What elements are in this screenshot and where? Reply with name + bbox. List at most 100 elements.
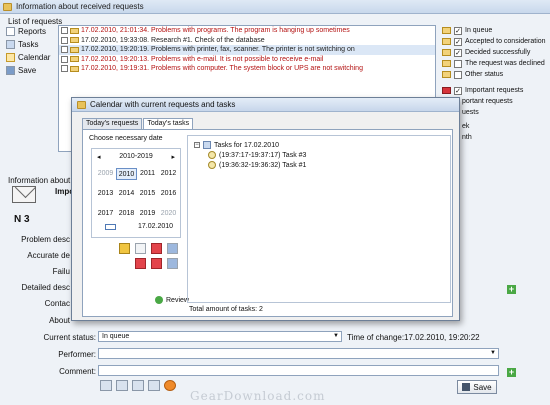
flag-remove-icon[interactable] xyxy=(151,258,162,269)
calendar-dialog: Calendar with current requests and tasks… xyxy=(71,97,460,321)
collapse-icon[interactable]: − xyxy=(194,142,200,148)
window-title: Information about received requests xyxy=(16,2,144,11)
year-cell[interactable]: 2012 xyxy=(158,168,179,180)
year-cell[interactable]: 2010 xyxy=(116,168,137,180)
group-icon[interactable] xyxy=(167,258,178,269)
review-button[interactable]: Review xyxy=(155,296,189,304)
filter-checkbox[interactable] xyxy=(454,70,462,79)
list-item[interactable]: 17.02.2010, 19:20:13. Problems with e-ma… xyxy=(59,55,435,65)
tree-task-item[interactable]: (19:36:32-19:36:32) Task #1 xyxy=(194,160,444,170)
filter-in-queue[interactable]: ✓ In queue xyxy=(442,25,548,36)
year-cell[interactable]: 2014 xyxy=(116,188,137,200)
calendar-icon xyxy=(6,53,15,62)
tree-root[interactable]: − Tasks for 17.02.2010 xyxy=(194,140,444,150)
filter-checkbox[interactable]: ✓ xyxy=(454,26,462,35)
open-folder-icon[interactable] xyxy=(132,380,144,391)
performer-select[interactable]: ▼ xyxy=(98,348,499,359)
save-label: Save xyxy=(473,382,492,392)
task-tree[interactable]: − Tasks for 17.02.2010 (19:37:17-19:37:1… xyxy=(187,135,451,303)
year-cell[interactable]: 2018 xyxy=(116,208,137,220)
request-text: 17.02.2010, 19:20:13. Problems with e-ma… xyxy=(81,55,324,63)
year-grid: 2009 2010 2011 2012 2013 2014 2015 2016 2017 2018… xyxy=(95,168,180,220)
problem-desc-label: Problem desc xyxy=(21,235,70,244)
filter-checkbox[interactable]: ✓ xyxy=(454,37,462,46)
sidebar-item-save[interactable]: Save xyxy=(6,64,54,77)
year-cell[interactable]: 2016 xyxy=(158,188,179,200)
clock-icon[interactable] xyxy=(164,380,176,391)
disk-icon[interactable] xyxy=(148,380,160,391)
tab-panel: Choose necessary date ◂ 2010-2019 ▸ 2009… xyxy=(82,129,453,317)
delete-icon[interactable] xyxy=(151,243,162,254)
fragment-text: ek xyxy=(462,123,470,130)
year-cell[interactable]: 2017 xyxy=(95,208,116,220)
refresh-icon[interactable] xyxy=(135,243,146,254)
task-label: (19:37:17-19:37:17) Task #3 xyxy=(219,151,307,159)
year-cell[interactable]: 2013 xyxy=(95,188,116,200)
users-icon[interactable] xyxy=(167,243,178,254)
folder-icon xyxy=(442,27,451,34)
filter-other[interactable]: Other status xyxy=(442,69,548,80)
filter-label: The request was declined xyxy=(465,60,545,67)
time-value: 17.02.2010, 19:20:22 xyxy=(404,333,480,342)
fragment-text: nth xyxy=(462,134,472,141)
about-label: About xyxy=(49,316,70,325)
filter-decided[interactable]: ✓ Decided successfully xyxy=(442,47,548,58)
list-item[interactable]: 17.02.2010, 19:19:31. Problems with comp… xyxy=(59,64,435,74)
list-item[interactable]: 17.02.2010, 19:33:08. Research #1. Check… xyxy=(59,36,435,46)
row-checkbox[interactable] xyxy=(61,36,68,44)
broom-icon[interactable] xyxy=(119,243,130,254)
filter-accepted[interactable]: ✓ Accepted to consideration xyxy=(442,36,548,47)
tree-task-item[interactable]: (19:37:17-19:37:17) Task #3 xyxy=(194,150,444,160)
add-detail-icon[interactable]: + xyxy=(507,285,516,294)
row-checkbox[interactable] xyxy=(61,46,68,54)
folder-icon[interactable] xyxy=(116,380,128,391)
fragment-text: portant requests xyxy=(462,98,513,105)
decade-label[interactable]: 2010-2019 xyxy=(119,153,152,161)
row-checkbox[interactable] xyxy=(61,65,68,73)
add-comment-icon[interactable]: + xyxy=(507,368,516,377)
filter-checkbox[interactable]: ✓ xyxy=(454,86,462,95)
detailed-desc-label: Detailed desc xyxy=(21,283,70,292)
year-cell[interactable]: 2020 xyxy=(158,208,179,220)
reports-icon xyxy=(6,27,15,36)
year-cell[interactable]: 2009 xyxy=(95,168,116,180)
comment-field[interactable] xyxy=(98,365,499,376)
envelope-icon xyxy=(70,65,79,72)
year-cell[interactable]: 2011 xyxy=(137,168,158,180)
year-cell[interactable]: 2015 xyxy=(137,188,158,200)
failure-label: Failu xyxy=(52,267,70,276)
flag-icon[interactable] xyxy=(135,258,146,269)
save-button[interactable]: Save xyxy=(457,380,497,394)
total-tasks: Total amount of tasks: 2 xyxy=(189,306,263,313)
filter-declined[interactable]: The request was declined xyxy=(442,58,548,69)
tab-todays-requests[interactable]: Today's requests xyxy=(82,118,143,129)
flag-icon xyxy=(442,87,451,94)
next-arrow-icon[interactable]: ▸ xyxy=(171,153,175,161)
list-item[interactable]: 17.02.2010, 21:01:34. Problems with prog… xyxy=(59,26,435,36)
sidebar-item-reports[interactable]: Reports xyxy=(6,25,54,38)
row-checkbox[interactable] xyxy=(61,55,68,63)
comment-icon[interactable] xyxy=(100,380,112,391)
sidebar-item-tasks[interactable]: Tasks xyxy=(6,38,54,51)
envelope-icon xyxy=(70,46,79,53)
request-number: N 3 xyxy=(14,214,30,225)
filter-checkbox[interactable]: ✓ xyxy=(454,48,462,57)
sidebar-item-calendar[interactable]: Calendar xyxy=(6,51,54,64)
filter-important[interactable]: ✓ Important requests xyxy=(442,85,548,96)
dialog-title: Calendar with current requests and tasks xyxy=(90,100,236,109)
row-checkbox[interactable] xyxy=(61,27,68,35)
filter-checkbox[interactable] xyxy=(454,59,462,68)
prev-arrow-icon[interactable]: ◂ xyxy=(97,153,101,161)
dialog-titlebar: Calendar with current requests and tasks xyxy=(72,98,459,112)
list-item[interactable]: 17.02.2010, 19:20:19. Problems with prin… xyxy=(59,45,435,55)
folder-icon xyxy=(442,60,451,67)
year-cell[interactable]: 2019 xyxy=(137,208,158,220)
status-select[interactable]: In queue ▼ xyxy=(98,331,342,342)
envelope-icon xyxy=(70,56,79,63)
filter-label: Important requests xyxy=(465,87,524,94)
today-row[interactable]: 17.02.2010 xyxy=(92,220,180,230)
envelope-icon xyxy=(12,186,36,203)
calendar-header: ◂ 2010-2019 ▸ xyxy=(92,149,180,161)
tab-todays-tasks[interactable]: Today's tasks xyxy=(143,118,194,129)
request-text: 17.02.2010, 19:19:31. Problems with comp… xyxy=(81,65,363,73)
